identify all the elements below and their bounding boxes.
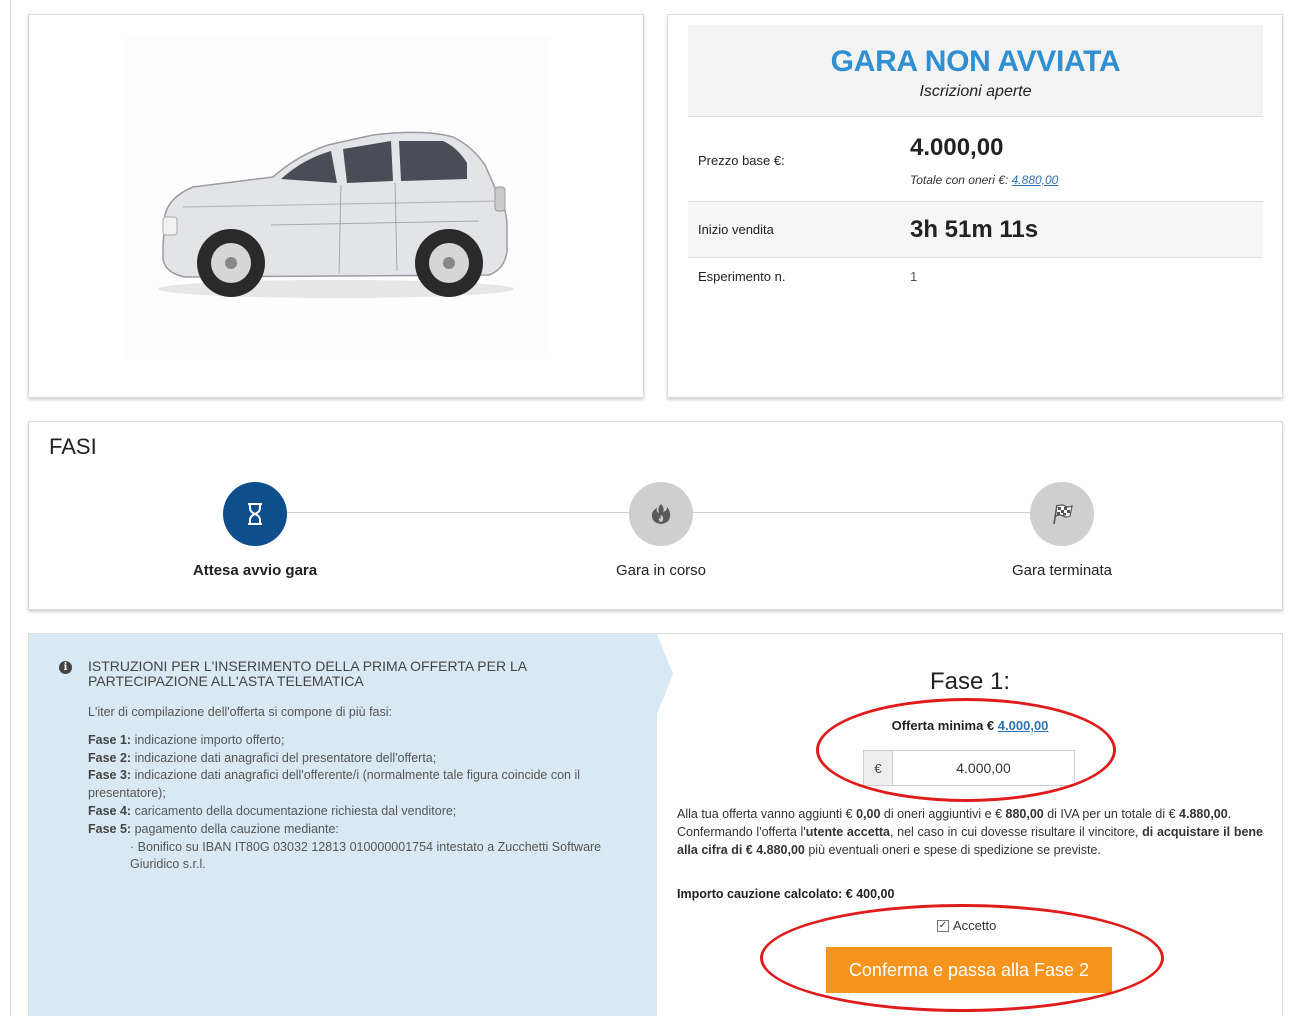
minimum-offer: Offerta minima € 4.000,00 — [891, 718, 1049, 733]
phase-label: Attesa avvio gara — [192, 562, 318, 579]
phase-label: Gara terminata — [1011, 562, 1113, 579]
phases-card: FASI Attesa avvio gara Gara in corso Gar… — [28, 421, 1283, 610]
countdown-value: 3h 51m 11s — [910, 216, 1039, 243]
checkered-flag-icon — [1030, 482, 1094, 546]
offer-summary-text: Alla tua offerta vanno aggiunti € 0,00 d… — [677, 807, 1263, 857]
page: GARA NON AVVIATA Iscrizioni aperte Prezz… — [0, 0, 1293, 1016]
accept-checkbox[interactable]: ✓ — [937, 919, 949, 932]
price-row: Prezzo base €: 4.000,00 Totale con oneri… — [688, 118, 1263, 202]
instructions-arrow — [657, 634, 673, 714]
offer-amount-input[interactable] — [893, 751, 1074, 785]
price-value: 4.000,00 — [910, 134, 1004, 161]
phase-step-running: Gara in corso — [531, 482, 791, 579]
experiment-row: Esperimento n. 1 — [688, 258, 1263, 296]
info-icon: i — [59, 661, 72, 674]
bid-area: Fase 1: Offerta minima € 4.000,00 € Alla… — [677, 634, 1263, 1016]
phase-item: Fase 5: pagamento della cauzione mediant… — [88, 821, 339, 836]
total-with-fees: Totale con oneri €: 4.880,00 — [910, 173, 1058, 187]
bid-phase-title: Fase 1: — [929, 668, 1011, 695]
total-label: Totale con oneri €: — [910, 173, 1009, 187]
phase-step-waiting: Attesa avvio gara — [125, 482, 385, 579]
status-subtitle: Iscrizioni aperte — [919, 83, 1032, 100]
phase-label: Gara in corso — [615, 562, 707, 579]
car-illustration — [158, 131, 514, 298]
confirm-button[interactable]: Conferma e passa alla Fase 2 — [826, 947, 1112, 993]
offer-card: i ISTRUZIONI PER L'INSERIMENTO DELLA PRI… — [28, 633, 1283, 1016]
offer-amount-group: € — [863, 750, 1075, 786]
start-label: Inizio vendita — [698, 222, 774, 237]
phase-item: Fase 1: indicazione importo offerto; — [88, 732, 285, 747]
fire-icon — [629, 482, 693, 546]
minimum-offer-link[interactable]: 4.000,00 — [998, 718, 1049, 733]
experiment-label: Esperimento n. — [698, 269, 786, 284]
instructions-intro: L'iter di compilazione dell'offerta si c… — [88, 705, 393, 719]
experiment-value: 1 — [910, 269, 918, 284]
vehicle-image-card — [28, 14, 644, 398]
status-title: GARA NON AVVIATA — [830, 45, 1121, 78]
phases-title: FASI — [49, 434, 97, 459]
payment-methods-list: · Bonifico su IBAN IT80G 03032 12813 010… — [130, 839, 623, 875]
instructions-header: i ISTRUZIONI PER L'INSERIMENTO DELLA PRI… — [59, 659, 599, 689]
instructions-title: ISTRUZIONI PER L'INSERIMENTO DELLA PRIMA… — [88, 658, 528, 689]
instructions-body: L'iter di compilazione dell'offerta si c… — [88, 704, 623, 874]
instructions-panel: i ISTRUZIONI PER L'INSERIMENTO DELLA PRI… — [29, 634, 657, 1016]
phase-item: Fase 2: indicazione dati anagrafici del … — [88, 750, 437, 765]
deposit-amount: Importo cauzione calcolato: € 400,00 — [677, 887, 895, 901]
total-value-link[interactable]: 4.880,00 — [1012, 173, 1059, 187]
start-row: Inizio vendita 3h 51m 11s — [688, 202, 1263, 258]
accept-terms[interactable]: ✓ Accetto — [937, 918, 996, 933]
auction-info-card: GARA NON AVVIATA Iscrizioni aperte Prezz… — [667, 14, 1283, 398]
phase-step-finished: Gara terminata — [932, 482, 1192, 579]
currency-addon: € — [864, 751, 893, 785]
accept-label: Accetto — [953, 918, 997, 933]
phase-item: Fase 4: caricamento della documentazione… — [88, 803, 457, 818]
price-label: Prezzo base €: — [698, 153, 785, 168]
status-box: GARA NON AVVIATA Iscrizioni aperte — [688, 25, 1263, 117]
hourglass-icon — [223, 482, 287, 546]
phase-item: Fase 3: indicazione dati anagrafici dell… — [88, 768, 581, 801]
vehicle-image[interactable] — [123, 37, 550, 359]
payment-method-item: · Bonifico su IBAN IT80G 03032 12813 010… — [130, 839, 602, 872]
left-border — [10, 0, 11, 1016]
